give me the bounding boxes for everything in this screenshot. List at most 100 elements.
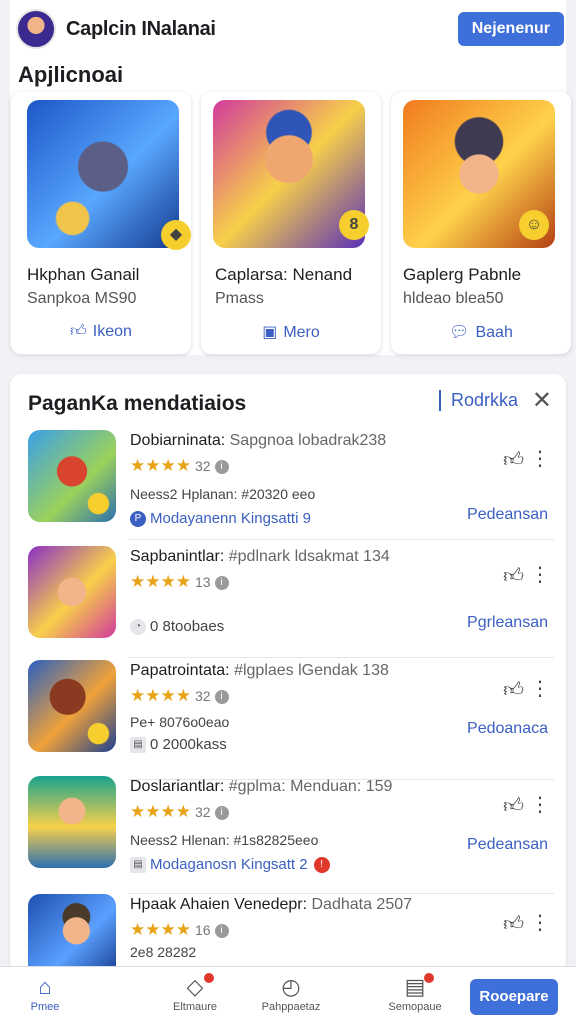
- item-name: Papatrointata:: [130, 662, 230, 679]
- notification-dot: [424, 973, 434, 983]
- game-thumbnail: [28, 430, 116, 522]
- list-item[interactable]: Sapbanintlar: #pdlnark ldsakmat 134 ★★★★…: [10, 546, 566, 658]
- home-icon: ⌂: [38, 974, 52, 999]
- calendar-icon: ▤: [130, 737, 146, 754]
- item-action-button[interactable]: Pgrleansan: [467, 614, 548, 632]
- alert-icon: !: [313, 857, 330, 874]
- rating: ★★★★ 32 i: [130, 686, 229, 706]
- app-title: Caplcin INalanai: [66, 17, 216, 40]
- game-thumbnail: [28, 894, 116, 974]
- app-header: Caplcin INalanai Nejenenur: [16, 8, 564, 50]
- item-name: Hpaak Ahaien Venedepr:: [130, 896, 308, 913]
- card-action-label: Ikeon: [92, 323, 132, 340]
- chat-icon: 💬︎: [449, 324, 470, 341]
- rating: ★★★★ 13 i: [130, 572, 229, 592]
- avatar[interactable]: [16, 9, 56, 49]
- item-action-button[interactable]: Pedoanaca: [467, 720, 548, 738]
- card-action-label: Mero: [283, 324, 320, 341]
- featured-title: Apjlicnoai: [18, 62, 124, 87]
- item-name: Doslariantlar:: [130, 778, 225, 795]
- list-item[interactable]: Dobiarninata: Sapgnoa lobadrak238 ★★★★ 32…: [10, 430, 566, 540]
- item-title: Sapbanintlar: #pdlnark ldsakmat 134: [130, 548, 390, 566]
- badge: ◆: [161, 220, 191, 250]
- thumbs-up-icon[interactable]: 👍︎: [503, 912, 524, 936]
- thumbs-up-icon[interactable]: 👍︎: [503, 678, 524, 702]
- card-subtitle: Pmass: [215, 290, 264, 307]
- game-thumbnail: [28, 776, 116, 868]
- item-publisher-label: Modaganosn Kingsatt 2: [150, 856, 308, 873]
- thumbs-up-icon: 👍︎: [70, 323, 87, 340]
- divider: [128, 539, 554, 540]
- thumbs-up-icon[interactable]: 👍︎: [503, 564, 524, 588]
- more-icon[interactable]: ⋮: [530, 562, 550, 587]
- bottom-nav: ⌂ Pmee ◇ Eltmaure ◴ Pahppaetaz ▤ Semopau…: [0, 966, 576, 1024]
- game-thumbnail: [28, 660, 116, 752]
- card-name: Caplarsa: Nenand: [215, 265, 353, 284]
- list-item[interactable]: Papatrointata: #lgplaes lGendak 138 ★★★★…: [10, 660, 566, 780]
- square-icon: ▣: [262, 324, 278, 341]
- thumbs-up-icon[interactable]: 👍︎: [503, 448, 524, 472]
- nav-cta-button[interactable]: Rooepare: [470, 979, 558, 1015]
- item-publisher: ◔ 0 8toobaes: [130, 618, 224, 636]
- game-thumbnail: [27, 100, 179, 248]
- item-subtitle: #lgplaes lGendak 138: [234, 662, 389, 679]
- item-meta: 2e8 28282: [130, 944, 197, 960]
- item-action-button[interactable]: Pedeansan: [467, 836, 548, 854]
- nav-item-home[interactable]: ⌂ Pmee: [0, 973, 90, 1013]
- clock-icon: ◔: [130, 619, 146, 636]
- card-name: Hkphan Ganail: [27, 265, 140, 284]
- rating: ★★★★ 32 i: [130, 802, 229, 822]
- list-item[interactable]: Hpaak Ahaien Venedepr: Dadhata 2507 ★★★★…: [10, 894, 566, 974]
- item-meta: Neess2 Hlenan: #1s82825eeo: [130, 832, 319, 848]
- card-subtitle: hldeao blea50: [403, 290, 504, 307]
- rating: ★★★★ 16 i: [130, 920, 229, 940]
- card-name: Gaplerg Pabnle: [403, 265, 522, 284]
- item-name: Dobiarninata:: [130, 432, 226, 449]
- more-icon[interactable]: ⋮: [530, 910, 550, 935]
- calendar-icon: ▤: [370, 973, 460, 1001]
- item-publisher[interactable]: P Modayanenn Kingsatti 9: [130, 510, 311, 528]
- card-action-label: Baah: [475, 324, 513, 341]
- publisher-icon: P: [130, 511, 146, 528]
- nav-item-clock[interactable]: ◴ Pahppaetaz: [246, 973, 336, 1013]
- tag-icon: ◇: [150, 973, 240, 1001]
- item-publisher[interactable]: ▤ Modaganosn Kingsatt 2!: [130, 856, 334, 874]
- close-icon[interactable]: ✕: [532, 386, 552, 415]
- header-action-button[interactable]: Nejenenur: [457, 12, 564, 46]
- card-action[interactable]: ▣ Mero: [201, 322, 381, 342]
- nav-label: Pahppaetaz: [261, 1001, 321, 1013]
- notification-dot: [204, 973, 214, 983]
- card-action[interactable]: 💬︎ Baah: [391, 322, 571, 342]
- item-publisher-label: 0 2000kass: [150, 736, 227, 753]
- game-thumbnail: [28, 546, 116, 638]
- more-icon[interactable]: ⋮: [530, 792, 550, 817]
- nav-item-tag[interactable]: ◇ Eltmaure: [150, 973, 240, 1013]
- featured-card[interactable]: 8 Caplarsa: Nenand Pmass ▣ Mero: [201, 92, 381, 354]
- list-item[interactable]: Doslariantlar: #gplma: Menduan: 159 ★★★★…: [10, 776, 566, 894]
- item-title: Papatrointata: #lgplaes lGendak 138: [130, 662, 389, 680]
- featured-card[interactable]: ☺ Gaplerg Pabnle hldeao blea50 💬︎ Baah: [391, 92, 571, 354]
- more-icon[interactable]: ⋮: [530, 446, 550, 471]
- badge: ☺: [519, 210, 549, 240]
- rating-count: 16: [194, 922, 211, 938]
- divider: [128, 657, 554, 658]
- info-icon: i: [214, 459, 229, 474]
- clock-icon: ◴: [281, 974, 301, 999]
- more-icon[interactable]: ⋮: [530, 676, 550, 701]
- item-meta: Pe+ 8076o0eao: [130, 714, 230, 730]
- nav-label: Eltmaure: [172, 1001, 218, 1013]
- item-publisher-label: Modayanenn Kingsatti 9: [150, 510, 311, 527]
- rating-count: 32: [194, 804, 211, 820]
- badge: 8: [339, 210, 369, 240]
- calendar-icon: ▤: [130, 857, 146, 874]
- item-publisher: ▤ 0 2000kass: [130, 736, 227, 754]
- item-action-button[interactable]: Pedeansan: [467, 506, 548, 524]
- featured-card[interactable]: ◆ Hkphan Ganail Sanpkoa MS90 👍︎ Ikeon: [11, 92, 191, 354]
- card-action[interactable]: 👍︎ Ikeon: [11, 322, 191, 341]
- item-subtitle: Sapgnoa lobadrak238: [229, 432, 387, 449]
- rating-count: 32: [194, 688, 211, 704]
- thumbs-up-icon[interactable]: 👍︎: [503, 794, 524, 818]
- rating-count: 32: [194, 458, 211, 474]
- list-header-link[interactable]: Rodrkka: [438, 390, 518, 411]
- nav-item-calendar[interactable]: ▤ Semopaue: [370, 973, 460, 1013]
